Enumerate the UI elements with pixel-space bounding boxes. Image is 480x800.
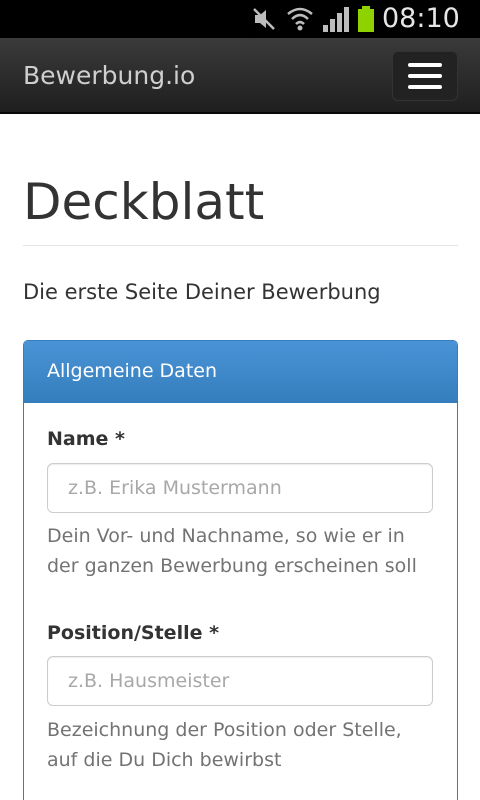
position-input[interactable] bbox=[47, 656, 433, 706]
signal-icon bbox=[320, 0, 352, 38]
hamburger-menu-icon bbox=[408, 63, 442, 67]
name-help-text: Dein Vor- und Nachname, so wie er in der… bbox=[47, 525, 417, 577]
position-help-text: Bezeichnung der Position oder Stelle, au… bbox=[47, 719, 402, 771]
brand-link[interactable]: Bewerbung.io bbox=[23, 38, 195, 114]
mute-icon bbox=[250, 0, 278, 38]
page-lead: Die erste Seite Deiner Bewerbung bbox=[23, 280, 381, 304]
page-title: Deckblatt bbox=[23, 173, 265, 231]
general-data-panel: Allgemeine Daten Name * Dein Vor- und Na… bbox=[23, 340, 458, 800]
hamburger-menu-icon bbox=[408, 74, 442, 78]
menu-toggle-button[interactable] bbox=[392, 51, 458, 101]
name-label: Name * bbox=[47, 428, 125, 450]
position-label: Position/Stelle * bbox=[47, 622, 220, 644]
title-divider bbox=[23, 245, 458, 246]
panel-heading: Allgemeine Daten bbox=[24, 341, 457, 403]
name-input[interactable] bbox=[47, 463, 433, 513]
status-time: 08:10 bbox=[382, 3, 460, 34]
battery-icon bbox=[355, 0, 377, 38]
status-bar: 08:10 bbox=[0, 0, 480, 38]
wifi-icon bbox=[285, 0, 315, 38]
navbar: Bewerbung.io bbox=[0, 38, 480, 114]
hamburger-menu-icon bbox=[408, 85, 442, 89]
